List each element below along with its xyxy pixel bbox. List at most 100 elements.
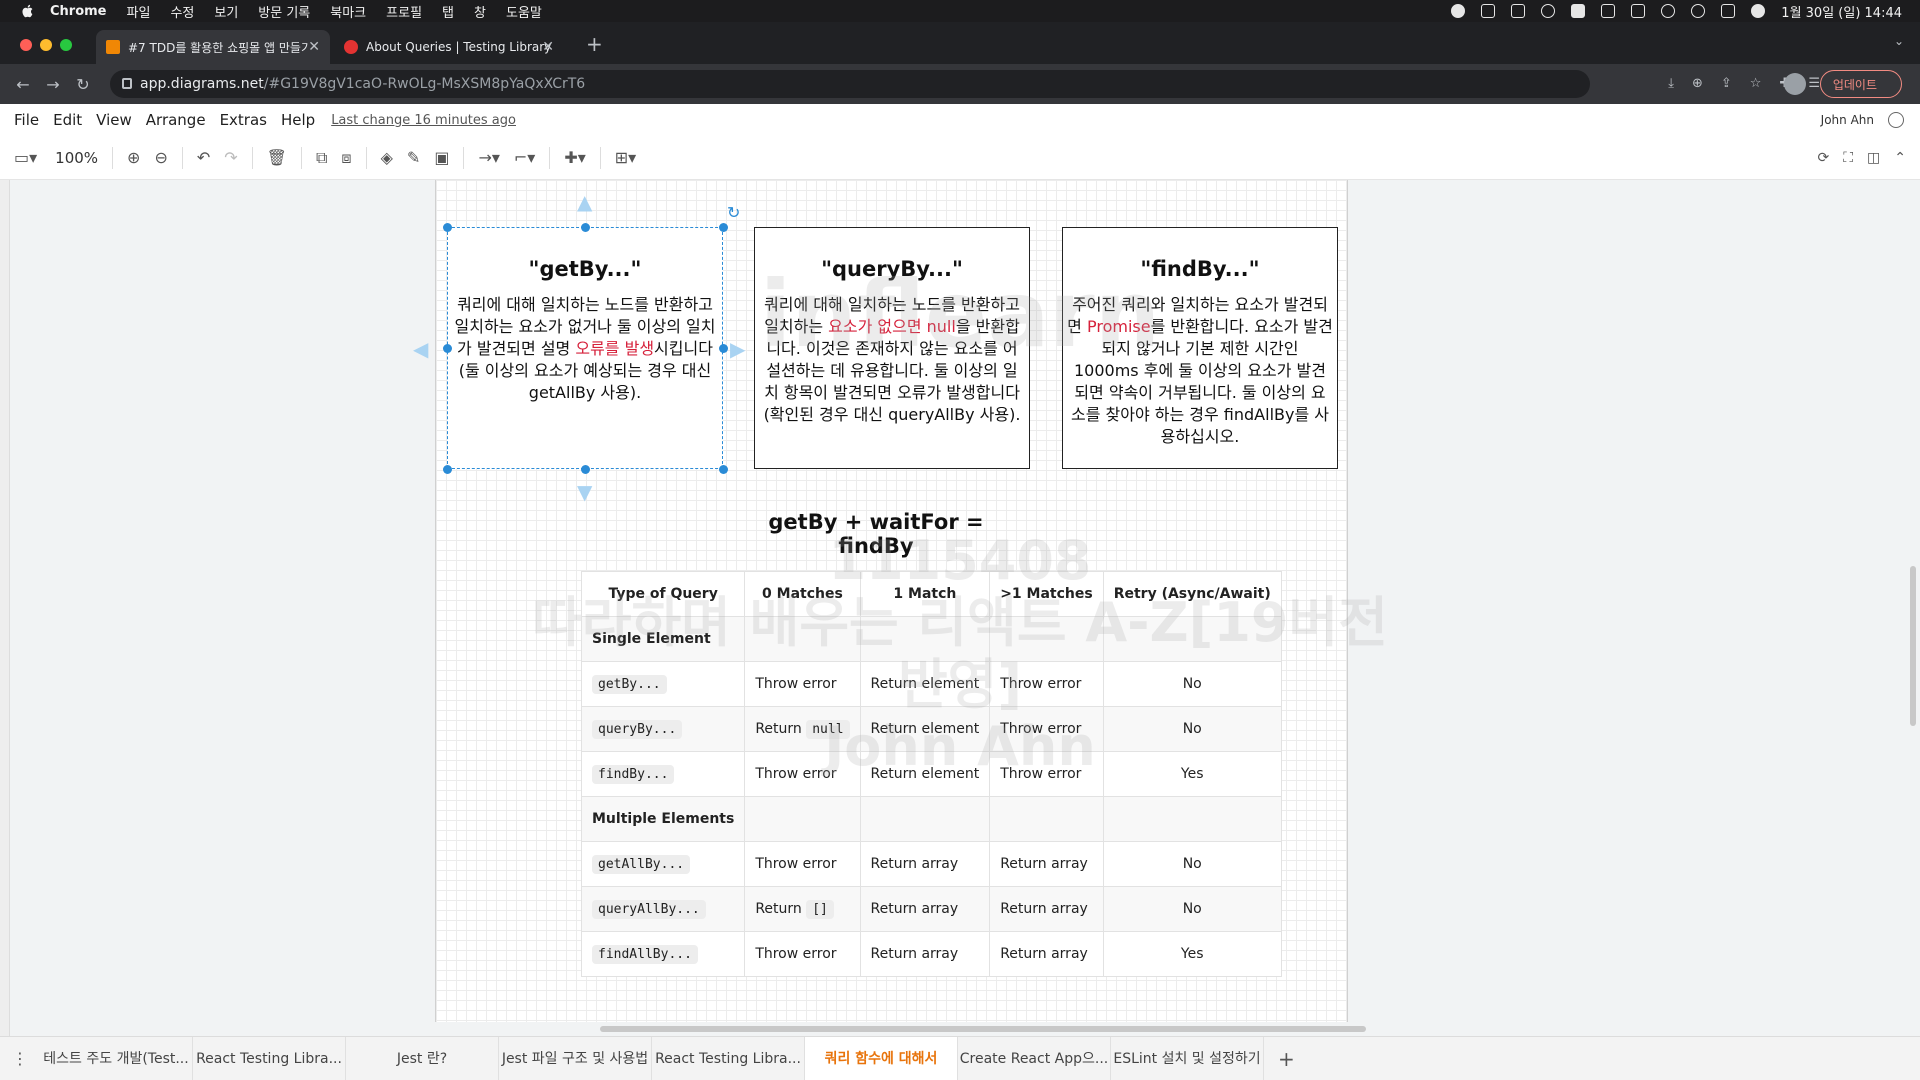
apple-icon[interactable] (20, 3, 36, 19)
input-source-icon[interactable] (1571, 4, 1586, 18)
page-tab[interactable]: Jest 란? (346, 1036, 499, 1080)
profile-avatar[interactable] (1784, 73, 1806, 95)
close-tab-icon[interactable]: ✕ (308, 39, 320, 55)
bookmark-star-icon[interactable]: ☆ (1750, 76, 1762, 91)
connection-icon[interactable]: →▾ (478, 148, 499, 167)
horizontal-scrollbar[interactable] (600, 1026, 1366, 1032)
fill-color-icon[interactable]: ◈ (381, 148, 393, 167)
delete-icon[interactable]: 🗑 (267, 148, 287, 167)
docker-icon[interactable] (1511, 4, 1526, 18)
clock[interactable]: 1월 30일 (일) 14:44 (1781, 2, 1902, 21)
reload-icon[interactable]: ↻ (68, 75, 98, 94)
install-app-icon[interactable]: ⤓ (1668, 76, 1674, 91)
shield-icon[interactable] (1481, 4, 1496, 18)
zoom-out-icon[interactable]: ⊖ (154, 148, 167, 167)
resize-handle[interactable] (443, 223, 452, 232)
resize-handle[interactable] (581, 223, 590, 232)
rotate-handle-icon[interactable]: ↻ (727, 203, 740, 222)
address-bar[interactable]: app.diagrams.net/#G19V8gV1caO-RwOLg-MsXS… (110, 70, 1590, 98)
vertical-scrollbar[interactable] (1910, 566, 1916, 726)
findby-card[interactable]: "findBy..." 주어진 쿼리와 일치하는 요소가 발견되면 Promis… (1062, 227, 1338, 469)
zoom-icon[interactable]: ⊕ (1692, 76, 1703, 91)
zoom-in-icon[interactable]: ⊕ (127, 148, 140, 167)
share-icon[interactable]: ⇪ (1721, 76, 1732, 91)
waypoints-icon[interactable]: ⌐▾ (514, 148, 535, 167)
menu-view[interactable]: View (96, 111, 132, 129)
wifi-icon[interactable] (1661, 4, 1676, 18)
zoom-level-select[interactable]: 100% (55, 149, 98, 167)
diagram-canvas[interactable]: "getBy..." 쿼리에 대해 일치하는 노드를 반환하고 일치하는 요소가… (0, 180, 1920, 1036)
volume-icon[interactable] (1601, 4, 1616, 18)
user-name[interactable]: John Ahn (1821, 113, 1874, 127)
mac-menu-profile[interactable]: 프로필 (386, 2, 422, 21)
bluetooth-icon[interactable] (1631, 4, 1646, 18)
mac-menu-history[interactable]: 방문 기록 (258, 2, 310, 21)
resize-handle[interactable] (719, 223, 728, 232)
minimize-window-button[interactable] (40, 39, 52, 51)
menu-file[interactable]: File (14, 111, 39, 129)
clone-right-arrow-icon[interactable]: ▶ (730, 337, 745, 361)
browser-tab-testing-library[interactable]: About Queries | Testing Library ✕ (334, 30, 564, 64)
forward-icon[interactable]: → (38, 75, 68, 94)
sync-icon[interactable]: ⟳ (1817, 150, 1829, 166)
mac-menu-bookmarks[interactable]: 북마크 (330, 2, 366, 21)
insert-icon[interactable]: ✚▾ (564, 148, 585, 167)
clone-up-arrow-icon[interactable]: ▲ (577, 190, 592, 214)
redo-icon[interactable]: ↷ (224, 148, 237, 167)
reading-list-icon[interactable]: ☰ (1808, 76, 1820, 91)
queryby-card[interactable]: "queryBy..." 쿼리에 대해 일치하는 노드를 반환하고 일치하는 요… (754, 227, 1030, 469)
resize-handle[interactable] (719, 465, 728, 474)
menu-edit[interactable]: Edit (53, 111, 82, 129)
spotlight-search-icon[interactable] (1691, 4, 1706, 18)
collapse-icon[interactable]: ⌃ (1894, 150, 1906, 166)
page-tab[interactable]: Create React App으... (958, 1036, 1111, 1080)
mac-menu-edit[interactable]: 수정 (170, 2, 194, 21)
fullscreen-icon[interactable]: ⛶ (1843, 150, 1853, 166)
page-tab[interactable]: React Testing Libra... (652, 1036, 805, 1080)
update-button[interactable]: 업데이트 (1819, 70, 1902, 98)
menu-extras[interactable]: Extras (220, 111, 267, 129)
to-front-icon[interactable]: ⧉ (316, 148, 327, 168)
page-tab[interactable]: 테스트 주도 개발(Test... (40, 1036, 193, 1080)
browser-tab-diagrams[interactable]: #7 TDD를 활용한 쇼핑몰 앱 만들기 ✕ (96, 30, 330, 64)
last-change-link[interactable]: Last change 16 minutes ago (331, 113, 516, 128)
resize-handle[interactable] (443, 465, 452, 474)
getby-card[interactable]: "getBy..." 쿼리에 대해 일치하는 노드를 반환하고 일치하는 요소가… (447, 227, 723, 469)
close-tab-icon[interactable]: ✕ (542, 39, 554, 55)
zoom-window-button[interactable] (60, 39, 72, 51)
add-page-icon[interactable]: + (1278, 1047, 1295, 1071)
query-types-table[interactable]: Type of Query 0 Matches 1 Match >1 Match… (580, 571, 1282, 977)
resize-handle[interactable] (581, 465, 590, 474)
line-color-icon[interactable]: ✎ (407, 148, 420, 167)
resize-handle[interactable] (719, 344, 728, 353)
new-tab-icon[interactable]: + (586, 32, 603, 56)
mac-menu-tab[interactable]: 탭 (442, 2, 454, 21)
mac-menu-help[interactable]: 도움말 (506, 2, 542, 21)
lock-icon[interactable] (122, 78, 132, 89)
format-panel-icon[interactable]: ▭▾ (14, 148, 37, 167)
shadow-icon[interactable]: ▣ (434, 148, 449, 167)
record-icon[interactable] (1451, 4, 1466, 18)
format-toggle-icon[interactable]: ◫ (1867, 150, 1880, 166)
clone-down-arrow-icon[interactable]: ▼ (577, 480, 592, 504)
tab-search-chevron-icon[interactable]: ⌄ (1894, 34, 1904, 48)
left-gutter[interactable] (0, 180, 10, 1036)
menu-arrange[interactable]: Arrange (146, 111, 206, 129)
close-window-button[interactable] (20, 39, 32, 51)
formula-text[interactable]: getBy + waitFor = findBy (745, 510, 1007, 558)
mac-menu-chrome[interactable]: Chrome (50, 4, 107, 19)
play-icon[interactable] (1541, 4, 1556, 18)
control-center-icon[interactable] (1721, 4, 1736, 18)
mac-menu-view[interactable]: 보기 (214, 2, 238, 21)
page-tab[interactable]: ESLint 설치 및 설정하기 (1111, 1036, 1264, 1080)
mac-menu-window[interactable]: 창 (474, 2, 486, 21)
undo-icon[interactable]: ↶ (197, 148, 210, 167)
mac-menu-file[interactable]: 파일 (127, 2, 151, 21)
resize-handle[interactable] (443, 344, 452, 353)
to-back-icon[interactable]: ⧈ (341, 148, 351, 168)
pages-menu-icon[interactable]: ⋮ (0, 1049, 40, 1068)
page-tab[interactable]: React Testing Libra... (193, 1036, 346, 1080)
table-icon[interactable]: ⊞▾ (615, 148, 636, 167)
menu-help[interactable]: Help (281, 111, 315, 129)
page-tab-active[interactable]: 쿼리 함수에 대해서 (805, 1036, 958, 1080)
